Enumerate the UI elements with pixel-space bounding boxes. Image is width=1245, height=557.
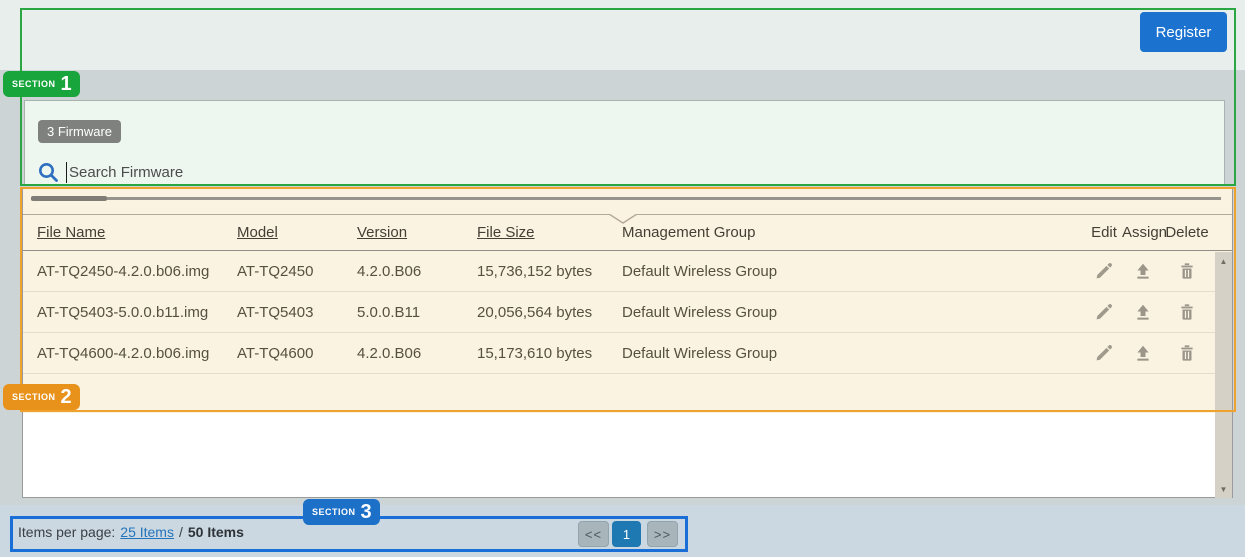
cell-file-name: AT-TQ5403-5.0.0.b11.img <box>37 304 237 321</box>
cell-file-size: 15,173,610 bytes <box>477 345 622 362</box>
items-per-page-label: Items per page: <box>18 524 115 540</box>
cell-management-group: Default Wireless Group <box>622 304 1086 321</box>
column-header-version[interactable]: Version <box>357 224 477 241</box>
pencil-icon <box>1095 344 1113 362</box>
next-page-button[interactable]: >> <box>647 521 678 547</box>
delete-button[interactable] <box>1164 344 1210 362</box>
cell-model: AT-TQ4600 <box>237 345 357 362</box>
cell-management-group: Default Wireless Group <box>622 345 1086 362</box>
column-header-model[interactable]: Model <box>237 224 357 241</box>
separator: / <box>179 524 183 540</box>
section-3-badge: SECTION 3 <box>303 499 380 525</box>
section-1-badge: SECTION 1 <box>3 71 80 97</box>
table-row: AT-TQ4600-4.2.0.b06.img AT-TQ4600 4.2.0.… <box>23 333 1232 374</box>
previous-page-button[interactable]: << <box>578 521 609 547</box>
search-panel: 3 Firmware Search Firmware <box>24 100 1225 185</box>
cell-file-name: AT-TQ4600-4.2.0.b06.img <box>37 345 237 362</box>
vertical-scrollbar[interactable]: ▲ ▼ <box>1215 252 1232 498</box>
cell-management-group: Default Wireless Group <box>622 263 1086 280</box>
items-per-page: Items per page: 25 Items / 50 Items <box>18 524 244 540</box>
table-header-row: File Name Model Version File Size Manage… <box>23 215 1232 251</box>
cell-file-size: 20,056,564 bytes <box>477 304 622 321</box>
table-row: AT-TQ2450-4.2.0.b06.img AT-TQ2450 4.2.0.… <box>23 251 1232 292</box>
section-number: 3 <box>361 502 372 522</box>
section-number: 1 <box>61 74 72 94</box>
search-icon <box>37 161 59 183</box>
section-label: SECTION <box>312 507 356 517</box>
upload-icon <box>1134 344 1152 362</box>
pencil-icon <box>1095 303 1113 321</box>
cell-version: 4.2.0.B06 <box>357 263 477 280</box>
edit-button[interactable] <box>1086 262 1122 280</box>
top-toolbar <box>0 0 1245 70</box>
total-items-label: 50 Items <box>188 524 244 540</box>
column-header-file-name[interactable]: File Name <box>37 224 237 241</box>
cell-file-size: 15,736,152 bytes <box>477 263 622 280</box>
firmware-table-container: File Name Model Version File Size Manage… <box>22 187 1233 498</box>
pencil-icon <box>1095 262 1113 280</box>
horizontal-scrollbar-thumb[interactable] <box>31 196 107 201</box>
column-header-edit: Edit <box>1086 224 1122 241</box>
cell-model: AT-TQ5403 <box>237 304 357 321</box>
scroll-down-icon[interactable]: ▼ <box>1215 482 1232 496</box>
section-label: SECTION <box>12 392 56 402</box>
trash-icon <box>1178 262 1196 280</box>
section-2-badge: SECTION 2 <box>3 384 80 410</box>
cell-version: 5.0.0.B11 <box>357 304 477 321</box>
section-number: 2 <box>61 387 72 407</box>
scroll-up-icon[interactable]: ▲ <box>1215 254 1232 268</box>
trash-icon <box>1178 344 1196 362</box>
current-page-button[interactable]: 1 <box>612 521 641 547</box>
delete-button[interactable] <box>1164 262 1210 280</box>
column-header-assign: Assign <box>1122 224 1164 241</box>
text-cursor <box>66 162 67 183</box>
column-header-delete: Delete <box>1164 224 1210 241</box>
edit-button[interactable] <box>1086 344 1122 362</box>
cell-model: AT-TQ2450 <box>237 263 357 280</box>
search-placeholder: Search Firmware <box>69 164 183 181</box>
column-header-management-group: Management Group <box>622 224 1086 241</box>
section-label: SECTION <box>12 79 56 89</box>
table-row: AT-TQ5403-5.0.0.b11.img AT-TQ5403 5.0.0.… <box>23 292 1232 333</box>
search-input[interactable]: Search Firmware <box>37 159 183 185</box>
register-button[interactable]: Register <box>1140 12 1227 52</box>
upload-icon <box>1134 262 1152 280</box>
assign-button[interactable] <box>1122 303 1164 321</box>
cell-file-name: AT-TQ2450-4.2.0.b06.img <box>37 263 237 280</box>
assign-button[interactable] <box>1122 262 1164 280</box>
cell-version: 4.2.0.B06 <box>357 345 477 362</box>
horizontal-scrollbar-track[interactable] <box>31 197 1221 200</box>
column-header-file-size[interactable]: File Size <box>477 224 622 241</box>
edit-button[interactable] <box>1086 303 1122 321</box>
firmware-table: File Name Model Version File Size Manage… <box>23 188 1232 413</box>
trash-icon <box>1178 303 1196 321</box>
firmware-count-badge: 3 Firmware <box>38 120 121 143</box>
assign-button[interactable] <box>1122 344 1164 362</box>
page-size-link[interactable]: 25 Items <box>120 524 174 540</box>
upload-icon <box>1134 303 1152 321</box>
delete-button[interactable] <box>1164 303 1210 321</box>
